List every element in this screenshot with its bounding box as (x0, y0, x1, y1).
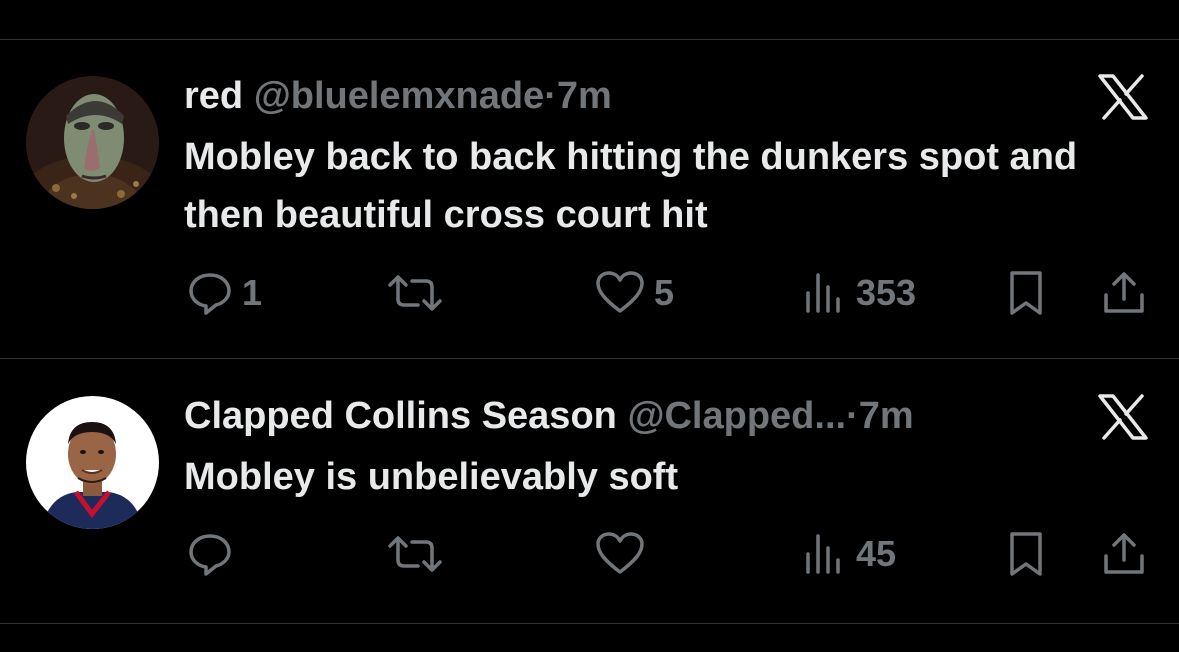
share-button[interactable] (1100, 529, 1148, 579)
animated-character-avatar (26, 76, 159, 209)
like-button[interactable] (594, 529, 654, 579)
view-count: 353 (856, 272, 917, 313)
basketball-player-avatar (26, 396, 159, 529)
separator-dot: · (846, 395, 859, 437)
bottom-divider (0, 623, 1179, 624)
display-name[interactable]: red (184, 75, 243, 117)
timestamp[interactable]: 7m (557, 75, 612, 117)
tweet-header: red @bluelemxnade·7m (184, 74, 612, 118)
heart-icon (596, 532, 644, 574)
reply-icon (189, 273, 231, 315)
separator-dot: · (544, 75, 557, 117)
retweet-button[interactable] (386, 268, 444, 318)
avatar[interactable] (26, 396, 159, 529)
view-count: 45 (856, 533, 897, 574)
share-icon (1104, 533, 1144, 574)
tweet[interactable]: Clapped Collins Season @Clapped...·7m Mo… (0, 358, 1179, 623)
like-count: 5 (654, 272, 675, 313)
like-button[interactable]: 5 (594, 268, 674, 318)
bookmark-icon (1010, 532, 1042, 576)
analytics-icon (806, 534, 840, 574)
reply-button[interactable]: 1 (186, 268, 262, 318)
retweet-icon (388, 536, 442, 572)
reply-count: 1 (242, 272, 263, 313)
views-button[interactable]: 45 (802, 529, 896, 579)
avatar[interactable] (26, 76, 159, 209)
tweet-text: Mobley back to back hitting the dunkers … (184, 136, 1078, 236)
share-button[interactable] (1100, 268, 1148, 318)
x-logo-icon (1098, 394, 1148, 440)
display-name[interactable]: Clapped Collins Season (184, 395, 617, 437)
tweet[interactable]: red @bluelemxnade·7m Mobley back to back… (0, 0, 1179, 358)
bookmark-button[interactable] (1004, 529, 1048, 579)
action-bar: 45 (0, 529, 1179, 579)
bookmark-icon (1010, 271, 1042, 315)
x-logo-icon (1098, 74, 1148, 120)
reply-icon (189, 534, 231, 576)
username-handle[interactable]: @Clapped... (627, 395, 846, 437)
action-bar: 1 5 353 (0, 268, 1179, 318)
timestamp[interactable]: 7m (859, 395, 914, 437)
views-button[interactable]: 353 (802, 268, 916, 318)
tweet-header: Clapped Collins Season @Clapped...·7m (184, 394, 914, 438)
bookmark-button[interactable] (1004, 268, 1048, 318)
retweet-icon (388, 275, 442, 311)
heart-icon (596, 271, 644, 313)
retweet-button[interactable] (386, 529, 444, 579)
tweet-text: Mobley is unbelievably soft (184, 456, 679, 498)
analytics-icon (806, 273, 840, 313)
share-icon (1104, 272, 1144, 313)
reply-button[interactable] (186, 529, 242, 579)
username-handle[interactable]: @bluelemxnade (254, 75, 544, 117)
